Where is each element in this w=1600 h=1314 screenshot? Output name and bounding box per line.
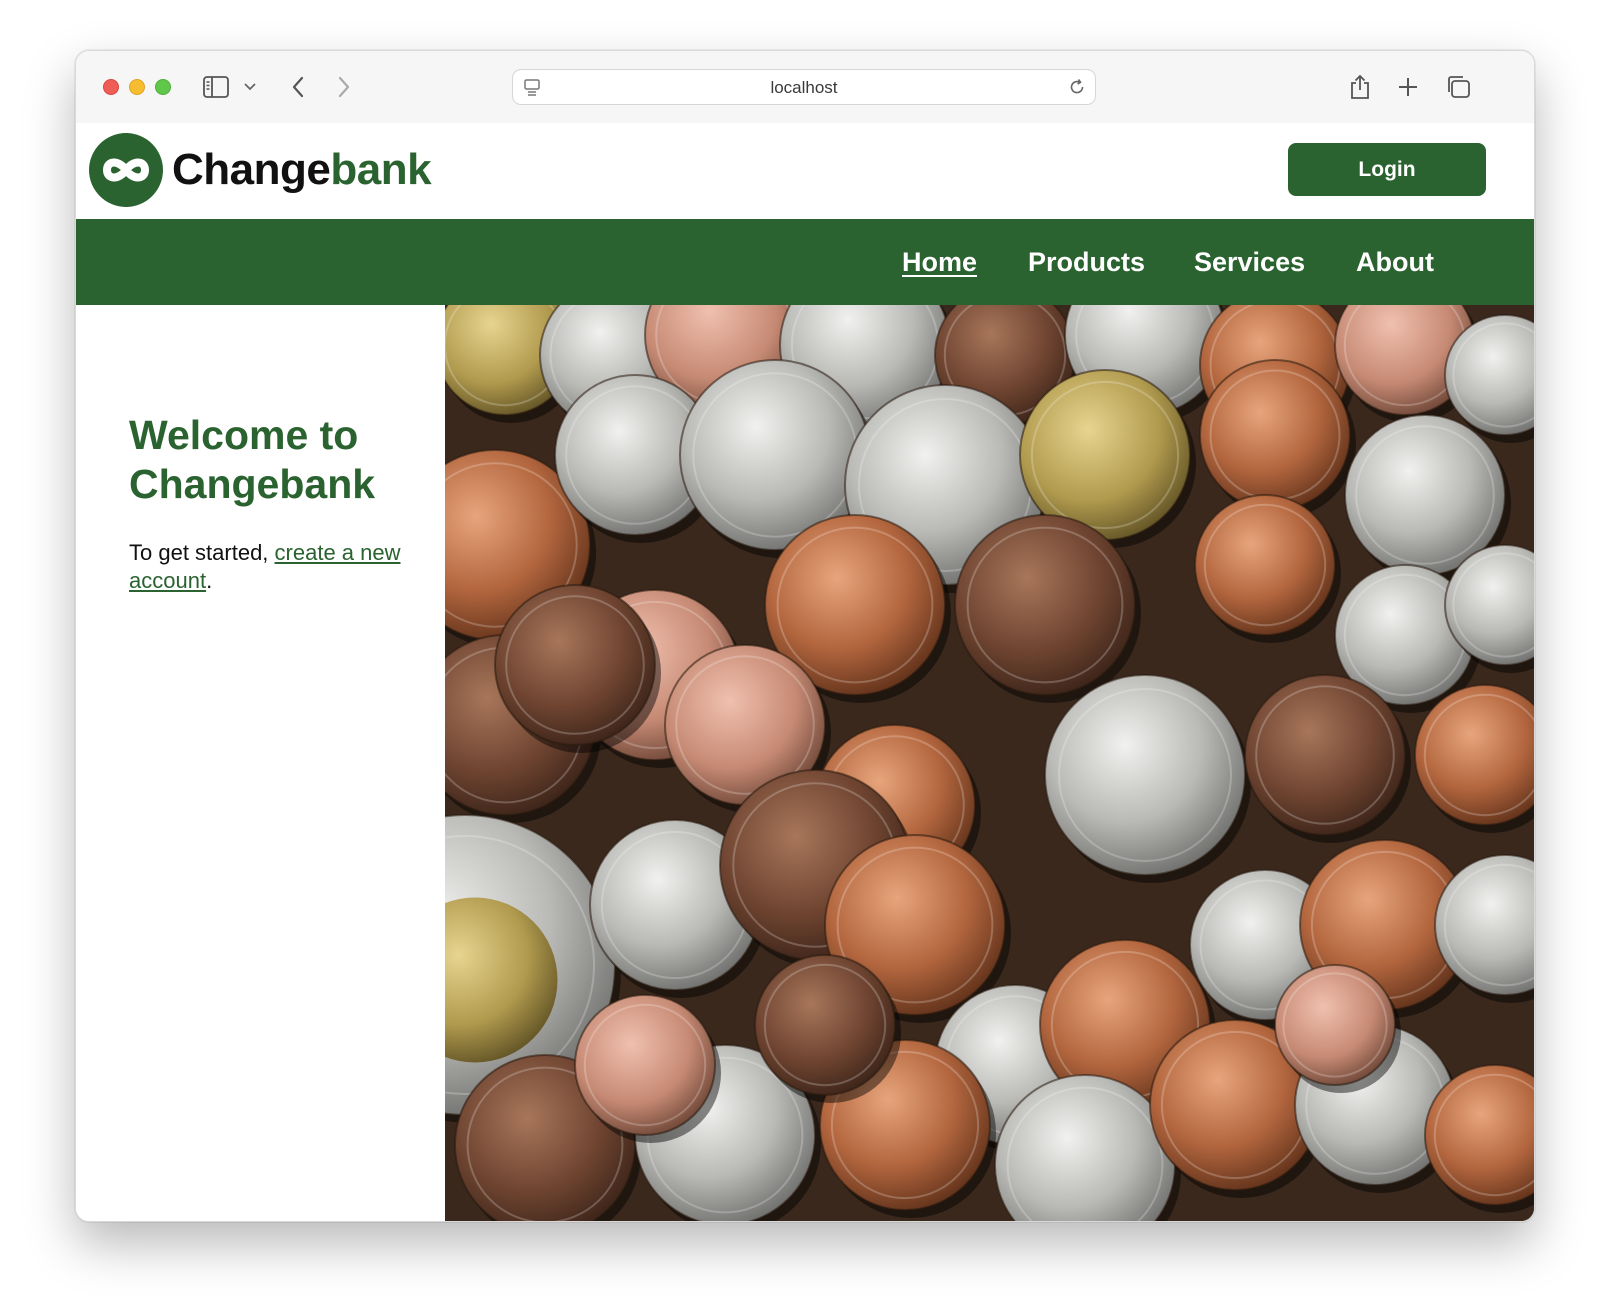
reload-icon[interactable] <box>1067 77 1087 102</box>
browser-window: localhost Changebank Login Home Products… <box>75 50 1535 1222</box>
address-bar[interactable]: localhost <box>512 69 1096 105</box>
brand-suffix: bank <box>330 145 432 194</box>
brand-prefix: Change <box>172 145 331 194</box>
intro-prefix: To get started, <box>129 540 275 565</box>
share-icon[interactable] <box>1346 73 1374 101</box>
new-tab-icon[interactable] <box>1394 73 1422 101</box>
minimize-window-button[interactable] <box>129 79 145 95</box>
intro-suffix: . <box>206 568 213 593</box>
nav-item-home[interactable]: Home <box>902 245 977 279</box>
welcome-heading: Welcome to Changebank <box>129 412 376 507</box>
nav-item-about[interactable]: About <box>1356 245 1434 279</box>
nav-item-services[interactable]: Services <box>1194 245 1305 279</box>
nav-item-products[interactable]: Products <box>1028 245 1145 279</box>
login-button[interactable]: Login <box>1288 143 1486 196</box>
address-text: localhost <box>770 78 838 97</box>
zoom-window-button[interactable] <box>155 79 171 95</box>
coins-photo <box>445 305 1534 1221</box>
close-window-button[interactable] <box>103 79 119 95</box>
main-content: Welcome to Changebank To get started, cr… <box>76 305 1534 1221</box>
main-nav: Home Products Services About <box>76 219 1534 305</box>
intro-panel: Welcome to Changebank To get started, cr… <box>76 305 445 1221</box>
browser-toolbar: localhost <box>76 51 1534 124</box>
back-icon[interactable] <box>284 73 312 101</box>
brand-name[interactable]: Changebank <box>172 144 432 196</box>
site-header: Changebank Login <box>76 123 1534 221</box>
hero-coins-image <box>445 305 1534 1221</box>
tabs-overview-icon[interactable] <box>1444 73 1472 101</box>
chevron-down-icon[interactable] <box>240 73 260 101</box>
intro-text: To get started, create a new account. <box>129 539 429 595</box>
changebank-logo-icon[interactable] <box>89 133 163 207</box>
sidebar-icon[interactable] <box>202 73 230 101</box>
forward-icon[interactable] <box>330 73 358 101</box>
